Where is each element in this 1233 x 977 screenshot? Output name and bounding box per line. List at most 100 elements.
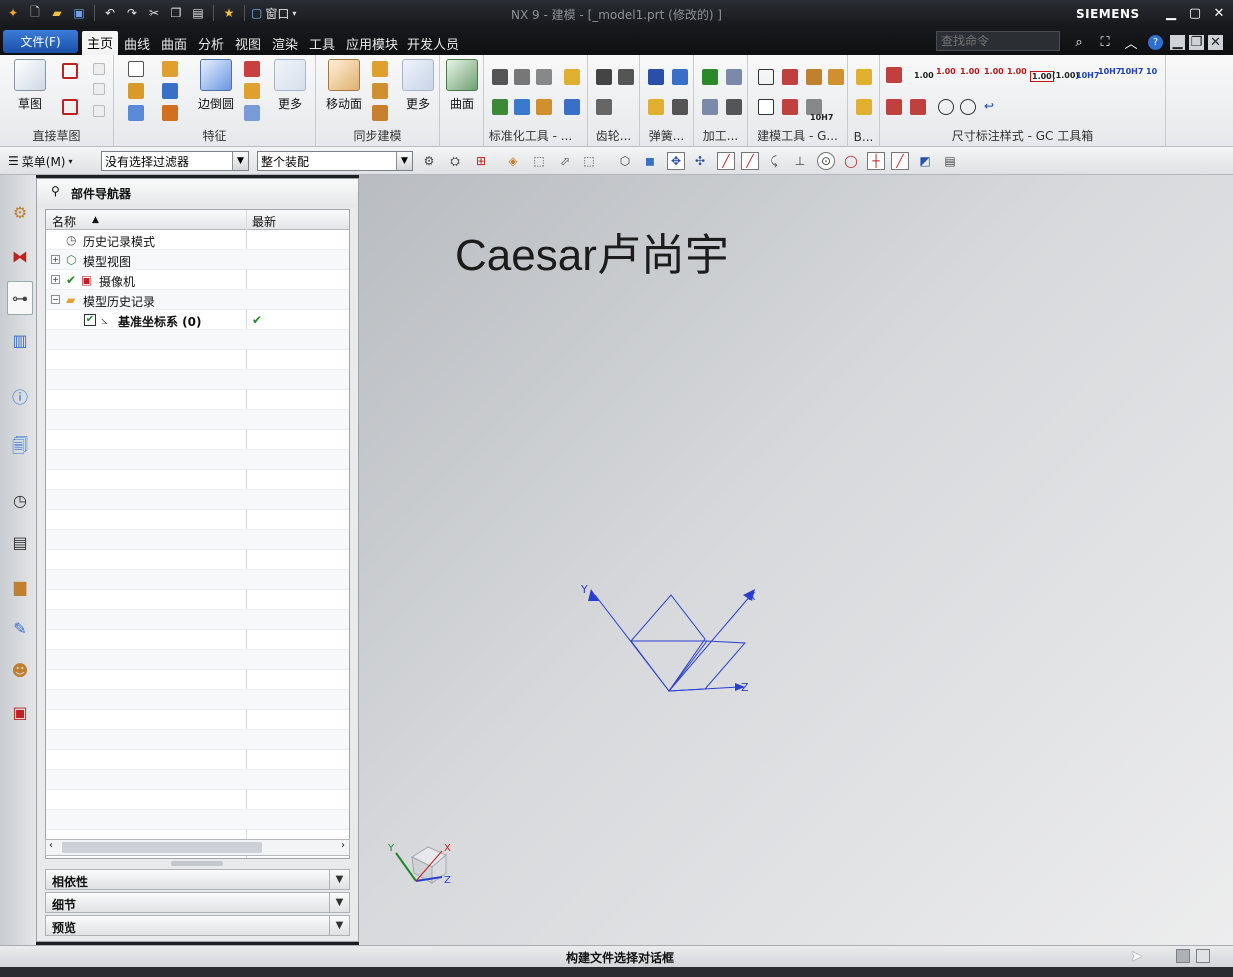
rectangle-select-icon[interactable]: ⬚	[580, 152, 598, 170]
draft-icon[interactable]	[244, 105, 260, 121]
hole-icon[interactable]	[162, 83, 178, 99]
delete-face-icon[interactable]	[372, 105, 388, 121]
machining-feature-icon[interactable]	[702, 99, 718, 115]
snap-on-curve-icon[interactable]: ╱	[891, 152, 909, 170]
sketch-button[interactable]: 草图	[8, 59, 52, 112]
snap-intersection-icon[interactable]: ┼	[867, 152, 885, 170]
main-menu-button[interactable]: ☰ 菜单(M) ▾	[8, 151, 73, 171]
std-tool-d-icon[interactable]	[564, 99, 580, 115]
reuse-library-icon[interactable]: ▥	[7, 323, 33, 357]
dim-reset-icon[interactable]: ↩	[984, 99, 1000, 115]
tree-row-datum-csys[interactable]: ✔ ⦣ 基准坐标系 (0) ✔	[46, 310, 349, 330]
group-label[interactable]: B...	[848, 130, 879, 144]
dim-style-ref[interactable]: (1.00)	[1052, 71, 1079, 80]
move-face-button[interactable]: 移动面	[322, 59, 366, 112]
tab-surface[interactable]: 曲面	[161, 32, 187, 54]
dim-fit-2[interactable]: 10H7	[1098, 67, 1121, 76]
b-tool-a-icon[interactable]	[856, 69, 872, 85]
snap-face-icon[interactable]: ◩	[916, 152, 934, 170]
spring-analysis-icon[interactable]	[648, 99, 664, 115]
tree-row-model-history[interactable]: − ▰ 模型历史记录	[46, 290, 349, 310]
group-label[interactable]: 标准化工具 - ...	[484, 127, 577, 144]
parameter-icon[interactable]	[782, 69, 798, 85]
chevron-left-icon[interactable]: ‹	[49, 840, 53, 851]
chevron-down-icon[interactable]: ▼	[329, 893, 349, 912]
file-menu-button[interactable]: 文件(F)	[3, 30, 78, 53]
std-part-icon[interactable]	[492, 69, 508, 85]
select-edge-icon[interactable]: ⬀	[556, 152, 574, 170]
collapse-ribbon-icon[interactable]: ︿	[1122, 33, 1140, 52]
std-tool-a-icon[interactable]	[492, 99, 508, 115]
assembly-navigator-icon[interactable]: ⚙	[7, 195, 33, 229]
machining-table-icon[interactable]	[726, 69, 742, 85]
roles-icon[interactable]: ✎	[7, 611, 33, 645]
cylinder-spring-icon[interactable]	[648, 69, 664, 85]
tab-developer[interactable]: 开发人员	[407, 32, 459, 54]
assembly-filter-icon[interactable]: ⚙	[420, 152, 438, 170]
help-icon[interactable]: ?	[1148, 35, 1163, 50]
rectangle-icon[interactable]	[62, 99, 78, 115]
collapse-icon[interactable]: −	[51, 295, 60, 304]
full-screen-icon[interactable]	[1196, 949, 1210, 963]
dim-style-box[interactable]: 1.00	[1030, 71, 1054, 82]
group-label[interactable]: 建模工具 - G...	[748, 127, 847, 144]
tab-view[interactable]: 视图	[235, 32, 261, 54]
dim-radius-icon[interactable]	[960, 99, 976, 115]
history-clock-icon[interactable]: ◷	[7, 483, 33, 517]
edge-blend-button[interactable]: 边倒圆	[194, 59, 238, 112]
snap-curve-icon[interactable]: ⤹	[765, 152, 783, 170]
snap-point-icon[interactable]: ✥	[667, 152, 685, 170]
history-palette-icon[interactable]: 🗐	[7, 431, 33, 465]
dim-style-3[interactable]: 1.00	[960, 67, 980, 76]
minimize-window-button[interactable]: ▁	[1160, 3, 1182, 23]
profile-icon[interactable]	[62, 63, 78, 79]
tab-application[interactable]: 应用模块	[346, 32, 398, 54]
more-sync-button[interactable]: 更多	[396, 59, 440, 112]
shell-icon[interactable]	[244, 83, 260, 99]
snap-center-icon[interactable]: ⊙	[817, 152, 835, 170]
std-tool-b-icon[interactable]	[514, 99, 530, 115]
scroll-up-icon[interactable]	[93, 63, 105, 75]
select-body-icon[interactable]: ⬡	[616, 152, 634, 170]
doc-tool-icon[interactable]	[758, 99, 774, 115]
close-window-button[interactable]: ✕	[1208, 3, 1230, 23]
fit-view-icon[interactable]: ⛶	[1096, 33, 1114, 51]
command-search-input[interactable]	[936, 31, 1060, 51]
gear-modeling-icon[interactable]	[596, 69, 612, 85]
visibility-checkbox[interactable]: ✔	[84, 314, 96, 326]
tab-render[interactable]: 渲染	[272, 32, 298, 54]
tree-row-cameras[interactable]: + ✔ ▣ 摄像机	[46, 270, 349, 290]
dim-tolerance-icon[interactable]	[910, 99, 926, 115]
chevron-down-icon[interactable]: ▼	[329, 870, 349, 889]
snap-perpendicular-icon[interactable]: ⊥	[791, 152, 809, 170]
extrude-icon[interactable]	[162, 61, 178, 77]
subtract-icon[interactable]	[162, 105, 178, 121]
scroll-down-icon[interactable]	[93, 83, 105, 95]
tab-home[interactable]: 主页	[82, 31, 119, 55]
triangle-tool-icon[interactable]	[758, 69, 774, 85]
tab-curve[interactable]: 曲线	[124, 32, 150, 54]
std-fastener-icon[interactable]	[514, 69, 530, 85]
search-icon[interactable]: ⌕	[1070, 33, 1088, 51]
group-label[interactable]: 弹簧...	[640, 127, 693, 144]
measure-tool-icon[interactable]	[782, 99, 798, 115]
minimize-doc-button[interactable]: ▁	[1170, 35, 1185, 50]
expand-icon[interactable]: +	[51, 255, 60, 264]
tree-row-history-mode[interactable]: ◷ 历史记录模式	[46, 230, 349, 250]
manufacturing-wizard-icon[interactable]: ▆	[7, 569, 33, 603]
select-face-icon[interactable]: ⬚	[530, 152, 548, 170]
dim-style-1[interactable]: 1.00	[914, 71, 934, 80]
snap-midpoint-icon[interactable]: ╱	[741, 152, 759, 170]
group-label[interactable]: 加工...	[694, 127, 747, 144]
b-tool-b-icon[interactable]	[856, 99, 872, 115]
pin-icon[interactable]: ⚲	[51, 184, 60, 198]
expand-icon[interactable]: +	[51, 275, 60, 284]
selection-filter-dropdown[interactable]: 没有选择过滤器 ▼	[101, 151, 249, 171]
snap-quadrant-icon[interactable]: ◯	[842, 152, 860, 170]
select-all-icon[interactable]: ⊞	[472, 152, 490, 170]
machining-check-icon[interactable]	[702, 69, 718, 85]
chamfer-icon[interactable]	[244, 61, 260, 77]
maximize-window-button[interactable]: ▢	[1184, 3, 1206, 23]
status-indicator-icon[interactable]	[1176, 949, 1190, 963]
dim-fit-1[interactable]: 10H7	[1076, 71, 1099, 80]
